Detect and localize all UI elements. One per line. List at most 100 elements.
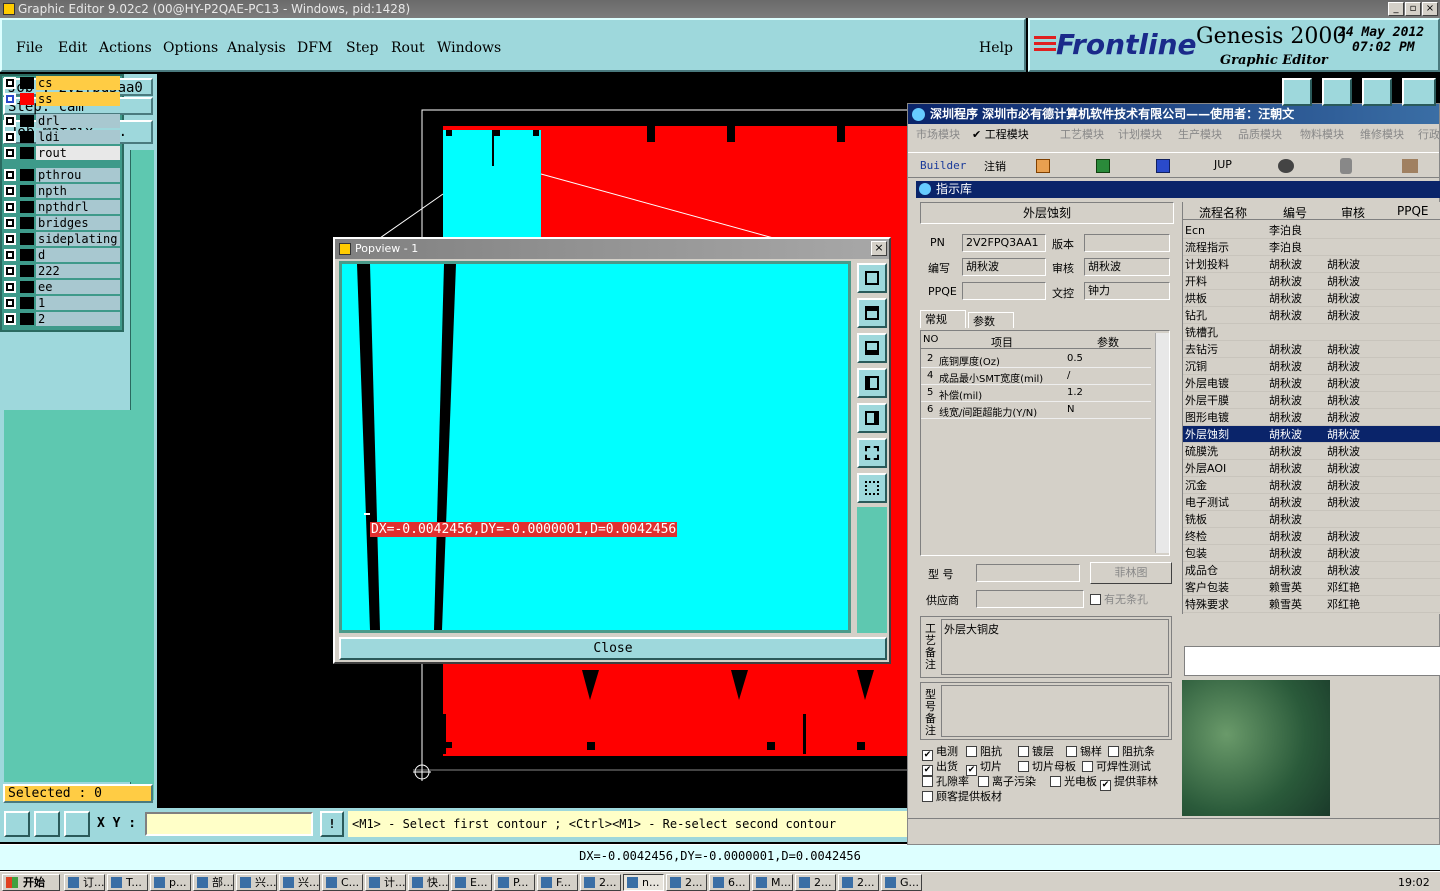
layer-row-npth[interactable]: npth [2, 184, 120, 198]
jump-button[interactable]: JUP [1214, 158, 1232, 171]
checkbox-box[interactable] [1082, 761, 1093, 772]
grid-row[interactable]: 特殊要求 赖雪英 邓红艳 [1183, 596, 1440, 613]
option-checkbox[interactable]: 顾客提供板材 [922, 789, 1002, 804]
pan-right-button[interactable] [857, 403, 887, 433]
module-tab-6[interactable]: 物料模块 [1300, 125, 1344, 145]
database-icon[interactable] [1340, 158, 1352, 174]
review-field[interactable]: 胡秋波 [1084, 258, 1170, 276]
menu-actions[interactable]: Actions [99, 40, 152, 56]
layer-checkbox[interactable] [4, 77, 16, 89]
grid-row[interactable]: 外层电镀 胡秋波 胡秋波 [1183, 375, 1440, 392]
layer-checkbox[interactable] [4, 147, 16, 159]
checkbox-box[interactable] [1108, 746, 1119, 757]
checkbox-box[interactable] [1018, 746, 1029, 757]
layer-color-swatch[interactable] [20, 281, 34, 293]
grid-row[interactable]: 客户包装 赖雪英 邓红艳 [1183, 579, 1440, 596]
house-icon[interactable] [1362, 78, 1392, 106]
taskbar-item[interactable]: 快... [408, 874, 449, 891]
layer-checkbox[interactable] [4, 313, 16, 325]
layer-color-swatch[interactable] [20, 115, 34, 127]
minimize-button[interactable]: _ [1388, 2, 1404, 16]
layer-color-swatch[interactable] [20, 77, 34, 89]
checkbox-box[interactable] [1018, 761, 1029, 772]
ppqe-field[interactable] [962, 282, 1046, 300]
menu-options[interactable]: Options [163, 40, 218, 56]
grid-row[interactable]: 计划投料 胡秋波 胡秋波 [1183, 256, 1440, 273]
layer-color-swatch[interactable] [20, 265, 34, 277]
grid-row[interactable]: 流程指示 李泊良 [1183, 239, 1440, 256]
layer-row-cs[interactable]: cs [2, 76, 120, 90]
checkbox-box[interactable] [1050, 776, 1061, 787]
taskbar-item[interactable]: E... [451, 874, 492, 891]
xy-input[interactable] [145, 812, 313, 836]
option-checkbox[interactable]: 光电板 [1050, 774, 1097, 789]
menu-step[interactable]: Step [346, 40, 378, 56]
layer-checkbox[interactable] [4, 169, 16, 181]
layer-color-swatch[interactable] [20, 93, 34, 105]
layer-color-swatch[interactable] [20, 169, 34, 181]
grid-row[interactable]: 终检 胡秋波 胡秋波 [1183, 528, 1440, 545]
layer-row-bridges[interactable]: bridges [2, 216, 120, 230]
taskbar-item[interactable]: 2... [580, 874, 621, 891]
param-row[interactable]: 4 成品最小SMT宽度(mil) / [921, 368, 1151, 385]
module-tab-8[interactable]: 行政 [1418, 125, 1439, 145]
popview-window[interactable]: Popview - 1 × DX=-0.0042456,DY=-0.000000… [333, 237, 891, 664]
window-icon[interactable] [1322, 78, 1352, 106]
pn-field[interactable]: 2V2FPQ3AA1 [962, 234, 1046, 252]
menu-dfm[interactable]: DFM [297, 40, 332, 56]
taskbar-item[interactable]: 订... [64, 874, 105, 891]
option-checkbox[interactable]: ✔ 提供菲林 [1100, 774, 1158, 791]
layer-row-pthrou[interactable]: pthrou [2, 168, 120, 182]
option-checkbox[interactable]: 离子污染 [978, 774, 1036, 789]
layer-checkbox[interactable] [4, 131, 16, 143]
taskbar-item[interactable]: p... [150, 874, 191, 891]
param-row[interactable]: 5 补偿(mil) 1.2 [921, 385, 1151, 402]
taskbar-item[interactable]: 兴... [236, 874, 277, 891]
option-checkbox[interactable]: 切片母板 [1018, 759, 1076, 774]
layer-color-swatch[interactable] [20, 313, 34, 325]
taskbar-item[interactable]: 部... [193, 874, 234, 891]
popview-close-icon[interactable]: × [871, 241, 887, 256]
grid-row[interactable]: 铣槽孔 [1183, 324, 1440, 341]
checkbox-box[interactable] [922, 791, 933, 802]
taskbar-item[interactable]: 6... [709, 874, 750, 891]
module-tab-3[interactable]: 计划模块 [1118, 125, 1162, 145]
grid-row[interactable]: 沉铜 胡秋波 胡秋波 [1183, 358, 1440, 375]
layer-row-rout[interactable]: rout [2, 146, 120, 160]
start-button[interactable]: 开始 [2, 874, 60, 891]
layer-row-ee[interactable]: ee [2, 280, 120, 294]
module-tab-2[interactable]: 工艺模块 [1060, 125, 1104, 145]
menu-windows[interactable]: Windows [437, 40, 501, 56]
grid-row[interactable]: 外层干膜 胡秋波 胡秋波 [1183, 392, 1440, 409]
grid-row[interactable]: 硫膜洗 胡秋波 胡秋波 [1183, 443, 1440, 460]
menu-analysis[interactable]: Analysis [227, 40, 286, 56]
maximize-button[interactable]: ▫ [1405, 2, 1421, 16]
popview-close-button[interactable]: Close [339, 637, 887, 660]
info-icon[interactable]: ! [320, 811, 344, 837]
option-checkbox[interactable]: 阻抗条 [1108, 744, 1155, 759]
print-icon[interactable] [1036, 159, 1050, 173]
builder-tab[interactable]: Builder [920, 159, 966, 172]
popview-canvas[interactable]: DX=-0.0042456,DY=-0.0000001,D=0.0042456 [339, 261, 851, 633]
taskbar-item[interactable]: T... [107, 874, 148, 891]
zoom-out-button[interactable] [857, 473, 887, 503]
layer-checkbox[interactable] [4, 297, 16, 309]
measure-tool-icon[interactable] [34, 811, 60, 837]
layer-checkbox[interactable] [4, 185, 16, 197]
grid-row[interactable]: 成品仓 胡秋波 胡秋波 [1183, 562, 1440, 579]
module-tab-5[interactable]: 品质模块 [1238, 125, 1282, 145]
close-window-button[interactable]: × [1422, 2, 1438, 16]
layer-checkbox[interactable] [4, 201, 16, 213]
layer-checkbox[interactable] [4, 217, 16, 229]
select-tool-icon[interactable] [4, 811, 30, 837]
tab-general[interactable]: 常规 [920, 310, 966, 328]
no-hole-checkbox[interactable]: 有无条孔 [1090, 591, 1148, 607]
taskbar-item[interactable]: M... [752, 874, 793, 891]
film-button[interactable]: 菲林图 [1090, 562, 1172, 584]
grid-tool-icon[interactable] [64, 811, 90, 837]
layer-color-swatch[interactable] [20, 249, 34, 261]
version-field[interactable] [1084, 234, 1170, 252]
grid-search-input[interactable] [1184, 646, 1440, 676]
layer-row-drl[interactable]: drl [2, 114, 120, 128]
grid-row[interactable]: 包装 胡秋波 胡秋波 [1183, 545, 1440, 562]
